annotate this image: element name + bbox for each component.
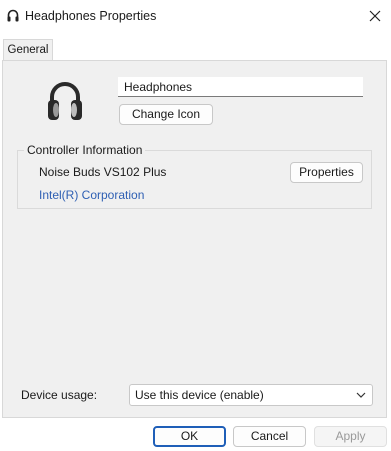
headphones-icon (7, 9, 19, 22)
properties-button[interactable]: Properties (290, 162, 363, 183)
close-icon[interactable] (365, 6, 385, 26)
apply-button[interactable]: Apply (314, 426, 387, 447)
manufacturer-name: Intel(R) Corporation (39, 188, 145, 202)
controller-name: Noise Buds VS102 Plus (39, 165, 167, 179)
change-icon-button[interactable]: Change Icon (119, 104, 213, 125)
cancel-button[interactable]: Cancel (233, 426, 306, 447)
device-name-field[interactable] (118, 77, 363, 97)
window-title: Headphones Properties (25, 9, 157, 23)
tab-general[interactable]: General (3, 39, 53, 61)
device-usage-select[interactable]: Use this device (enable) (129, 384, 373, 406)
chevron-down-icon (356, 392, 366, 398)
title-bar: Headphones Properties (0, 0, 391, 34)
device-usage-value: Use this device (enable) (135, 388, 264, 402)
headphones-device-icon (48, 82, 82, 120)
device-usage-label: Device usage: (21, 388, 98, 402)
controller-info-heading: Controller Information (24, 143, 146, 157)
ok-button[interactable]: OK (153, 426, 226, 447)
